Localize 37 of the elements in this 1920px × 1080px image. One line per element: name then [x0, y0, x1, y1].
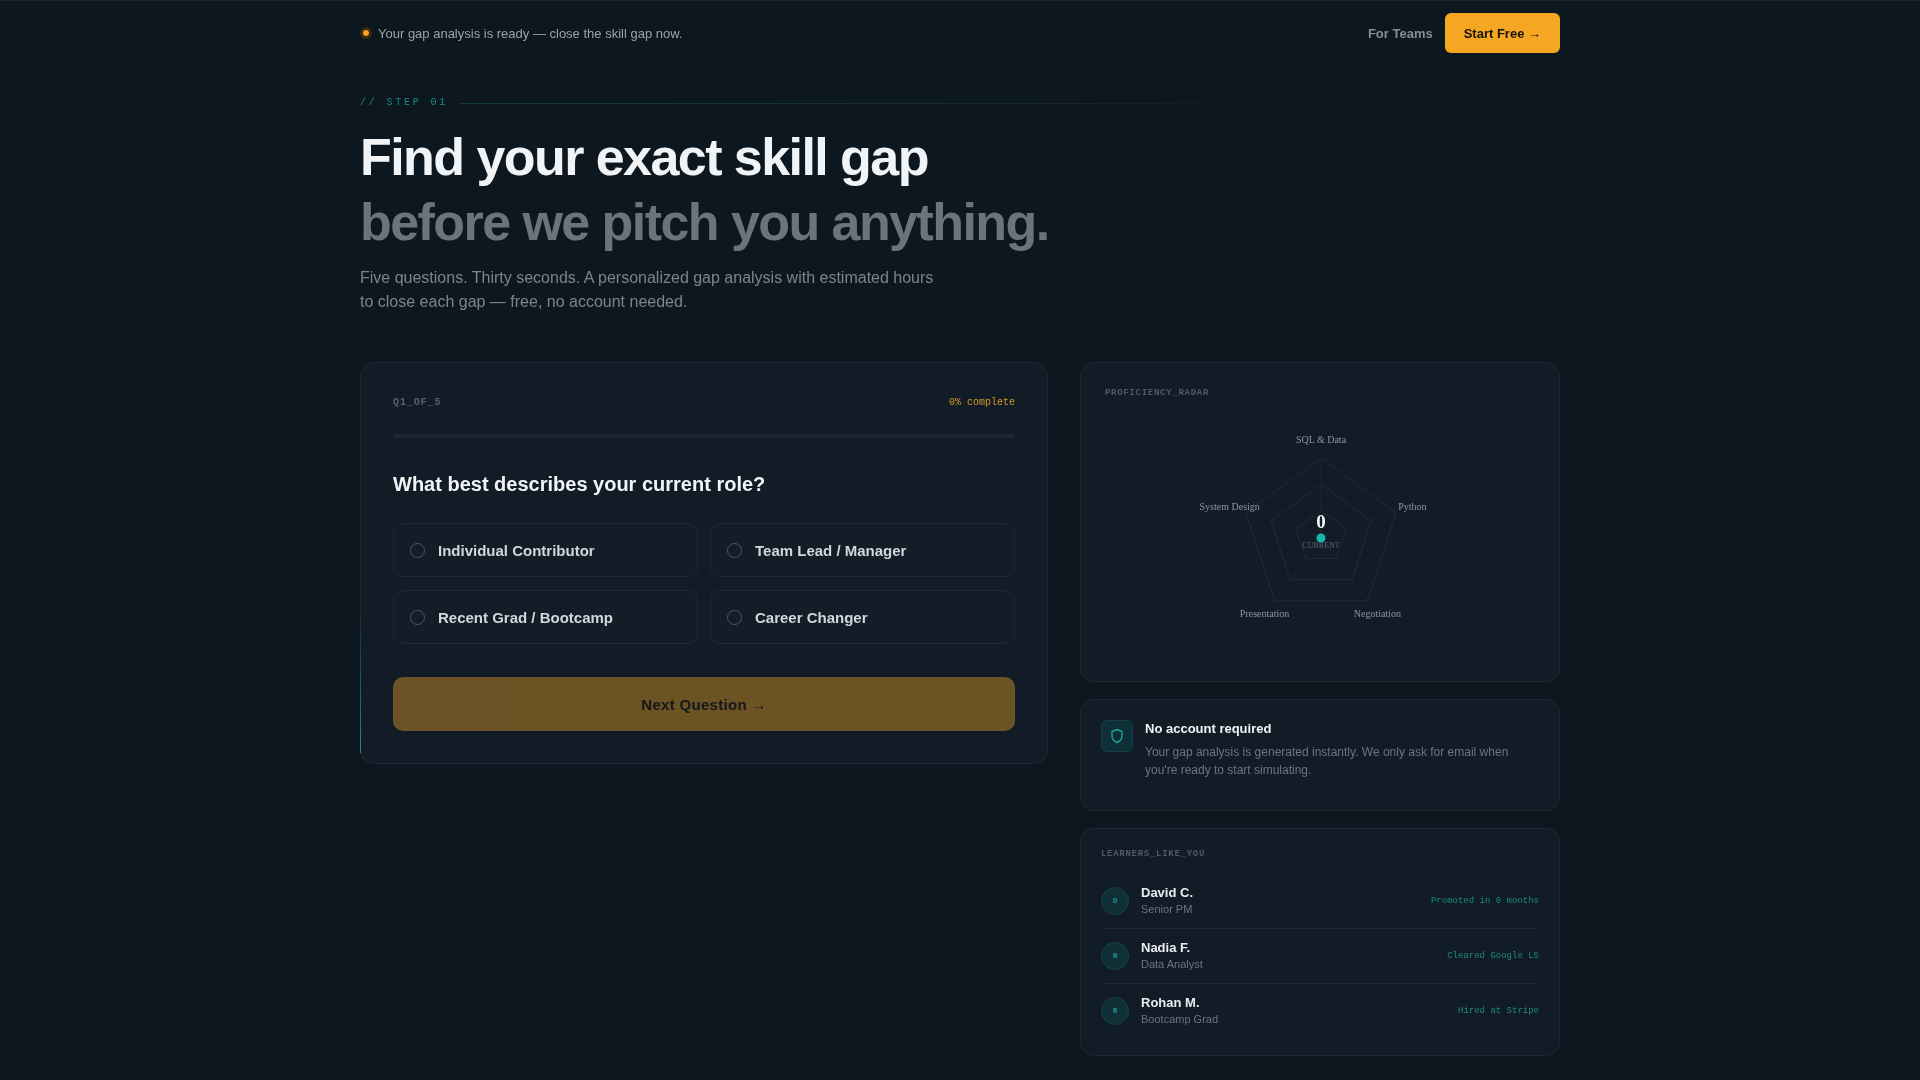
axis-label: SQL & Data — [1295, 434, 1347, 446]
learner-outcome: Cleared Google L5 — [1447, 951, 1539, 961]
question-counter: Q1_OF_5 — [393, 396, 442, 408]
option-button[interactable]: Recent Grad / Bootcamp — [393, 590, 698, 644]
progress-text: 0% complete — [949, 396, 1015, 408]
option-button[interactable]: Team Lead / Manager — [710, 523, 1015, 577]
axis-label: Python — [1398, 500, 1427, 512]
learner-name: David C. — [1141, 885, 1193, 901]
score-label: CURRENT — [1302, 540, 1340, 550]
option-button[interactable]: Individual Contributor — [393, 523, 698, 577]
section-label: LEARNERS_LIKE_YOU — [1101, 848, 1206, 861]
learner-role: Data Analyst — [1141, 957, 1203, 972]
learner-outcome: Promoted in 6 months — [1430, 896, 1539, 906]
start-free-button[interactable]: Start Free → — [1444, 13, 1560, 53]
question-text: What best describes your current role? — [393, 472, 766, 497]
learner-outcome: Hired at Stripe — [1458, 1006, 1539, 1016]
learner-role: Senior PM — [1141, 902, 1193, 917]
notice-title: No account required — [1145, 720, 1272, 738]
shield-icon — [1101, 720, 1133, 752]
step-eyebrow: // STEP 01 — [360, 96, 448, 110]
notice-text: Your gap analysis is generated instantly. We only ask for email when you're ready to start simulating. — [1145, 744, 1510, 779]
dot-icon — [1316, 533, 1326, 543]
headline-accent: before we pitch you anything. — [360, 192, 1049, 253]
axis-label: System Design — [1199, 500, 1260, 512]
score-value: 0 — [1316, 511, 1326, 533]
learner-role: Bootcamp Grad — [1141, 1012, 1219, 1027]
announcement-text: Your gap analysis is ready — close the skill gap now. — [378, 25, 683, 41]
section-label: PROFICIENCY_RADAR — [1105, 387, 1210, 400]
status-dot-icon — [360, 27, 372, 39]
axis-label: Presentation — [1239, 607, 1290, 619]
learner-name: Nadia F. — [1141, 940, 1191, 956]
nav-link[interactable]: For Teams — [1367, 25, 1433, 41]
headline: Find your exact skill gap — [360, 127, 928, 188]
axis-label: Negotiation — [1353, 607, 1402, 619]
option-button[interactable]: Career Changer — [710, 590, 1015, 644]
subtitle: Five questions. Thirty seconds. A personalized gap analysis with estimated hours to close each gap — free, no account needed. — [360, 268, 935, 312]
learner-name: Rohan M. — [1141, 995, 1200, 1011]
